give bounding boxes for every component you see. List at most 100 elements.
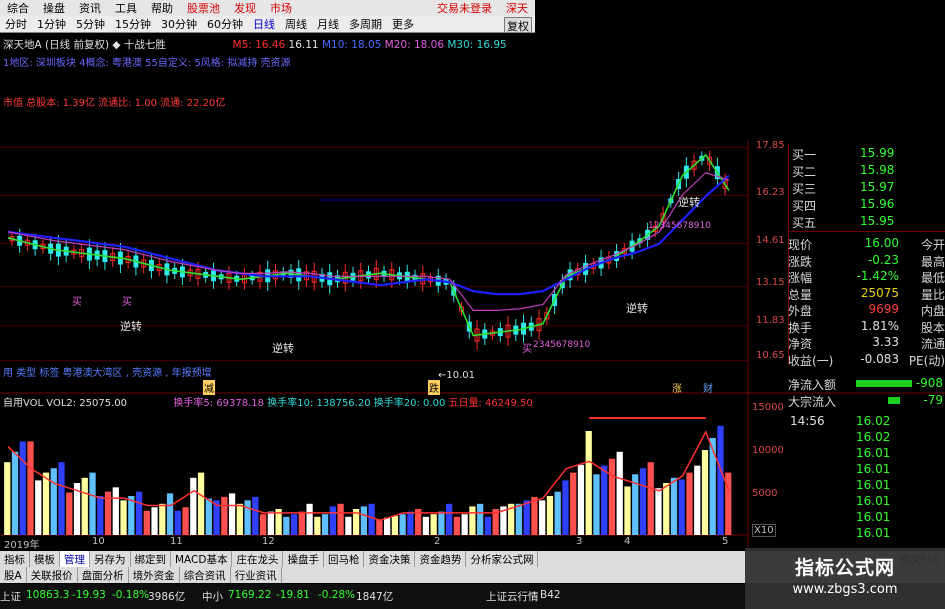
volume-bar [19,441,26,535]
quote-row[interactable]: 总量 25075 量比 [788,286,945,302]
event-cai[interactable]: 财 [703,380,713,395]
volume-bar [446,503,453,535]
signal-mai-2: 买 [122,297,132,308]
bid-price: 15.99 [860,146,895,160]
ma-line-m20 [7,171,730,311]
huanshou5-label: 换手率5: 69378.18 [173,398,265,409]
price-tick: 13.15 [756,277,785,288]
info-tab[interactable]: 关联报价 [27,567,78,583]
low-price-mark: ←10.01 [438,370,476,381]
date-axis: 2019年 10 11 12 2 3 4 5 [0,536,745,551]
quote-row[interactable]: 现价 16.00 今开 [788,236,945,252]
volume-bar [360,506,367,535]
volume-bar [670,477,678,535]
volume-bars [4,425,732,535]
indicator-tab[interactable]: 分析家公式网 [466,551,539,567]
indicator-tab[interactable]: 指标 [0,551,30,567]
sh-index-label[interactable]: 上证 [0,589,21,604]
quote-row[interactable]: 换手 1.81% 股本 [788,319,945,335]
volume-bar [585,431,592,535]
indicator-tab[interactable]: 管理 [60,551,90,567]
huanshou10-label: 换手率10: 138756.20 [267,398,371,409]
info-tab[interactable]: 综合资讯 [180,567,231,583]
volume-bar [321,514,329,535]
volume-bar [190,477,197,535]
volume-bar [11,451,19,535]
quote-row[interactable]: 外盘 9699 内盘 [788,302,945,318]
info-tab[interactable]: 境外资金 [129,567,180,583]
order-book-row[interactable]: 买三 15.97 [788,180,945,196]
volume-bar [453,516,461,535]
chart-notes[interactable]: 用 类型 标签 粤港澳大湾区 , 壳资源 , 年报预增 [3,364,212,379]
info-tab[interactable]: 股A [0,567,27,583]
volume-bar [663,483,670,535]
quote-row[interactable]: 收益(一) -0.083 PE(动) [788,352,945,368]
indicator-tab[interactable]: 另存为 [90,551,131,567]
volume-bar [523,500,530,535]
quote-label: 今开 [920,238,945,252]
signal-nizhuan-3: 逆转 [626,302,648,315]
order-book: 买一 15.99 买二 15.98 买三 15.97 买四 15.96 买五 15.95 [788,144,945,232]
volume-bar [174,510,181,535]
indicator-tab[interactable]: 资金决策 [364,551,416,567]
volume-bar [345,516,352,535]
quote-label: 外盘 [788,304,813,318]
volume-bar [205,498,212,535]
indicator-tab[interactable]: 操盘手 [283,551,324,567]
indicator-tab[interactable]: 回马枪 [324,551,365,567]
indicator-tab[interactable]: 资金趋势 [415,551,467,567]
event-jian[interactable]: 减 [203,380,215,395]
volume-bar [639,468,647,535]
tick-time: 14:56 [790,414,825,428]
quote-value: -0.23 [867,252,899,267]
volume-bar [159,503,166,535]
bid-price: 15.98 [860,163,895,177]
ma-lines [7,153,730,337]
price-tick: 11.83 [756,315,785,326]
volume-bar [384,517,391,535]
date-tick: 10 [92,536,105,547]
volume-bar [601,465,608,535]
volume-bar [267,511,274,535]
event-zhang[interactable]: 涨 [672,380,682,395]
order-book-row[interactable]: 买一 15.99 [788,146,945,162]
quote-label: 涨幅 [788,271,813,285]
quote-label: 净资 [788,337,813,351]
news-ticker[interactable]: 上证云行情 [486,589,539,604]
bid-label: 买一 [792,148,817,162]
order-book-row[interactable]: 买五 15.95 [788,214,945,230]
info-tab[interactable]: 行业资讯 [231,567,282,583]
volume-bar [283,516,290,535]
quote-label: 股本 [920,320,945,335]
zx-index-change: -19.81 [276,589,310,601]
event-die[interactable]: 跌 [428,380,440,395]
tick-price: 16.01 [856,494,891,508]
quote-row[interactable]: 涨幅 -1.42% 最低 [788,269,945,285]
indicator-tab[interactable]: 绑定到 [131,551,171,567]
volume-axis: 15000 10000 5000 X10 [748,396,788,537]
quote-row[interactable]: 涨跌 -0.23 最高 [788,253,945,269]
volume-bar [259,514,267,535]
order-book-row[interactable]: 买四 15.96 [788,197,945,213]
sh-index-value: 10863.3 [26,589,70,601]
indicator-tab[interactable]: MACD基本 [171,551,233,567]
quote-row[interactable]: 净资 3.33 流通 [788,335,945,351]
zx-index-label[interactable]: 中小 [202,589,223,604]
volume-tick: 5000 [752,488,778,499]
tick-price: 16.01 [856,510,891,524]
volume-bar [151,507,158,535]
volume-bar [166,493,174,535]
order-book-row[interactable]: 买二 15.98 [788,163,945,179]
quote-label: 内盘 [920,304,945,318]
bid-label: 买四 [792,199,817,213]
stock-chart-window: 综合 操盘 资讯 工具 帮助 股票池 发现 市场 交易未登录 深天 分时 1分钟… [0,0,945,609]
volume-indicator-name[interactable]: 自用VOL VOL2: 25075.00 [3,398,127,409]
zx-index-amount: 1847亿 [356,591,394,603]
indicator-tab[interactable]: 模板 [30,551,60,567]
info-tab[interactable]: 盘面分析 [78,567,129,583]
quote-label: 涨跌 [788,254,813,269]
date-tick: 5 [722,536,729,547]
indicator-tab[interactable]: 庄在龙头 [232,551,284,567]
volume-bar [66,492,73,535]
quote-label: 现价 [788,238,813,252]
